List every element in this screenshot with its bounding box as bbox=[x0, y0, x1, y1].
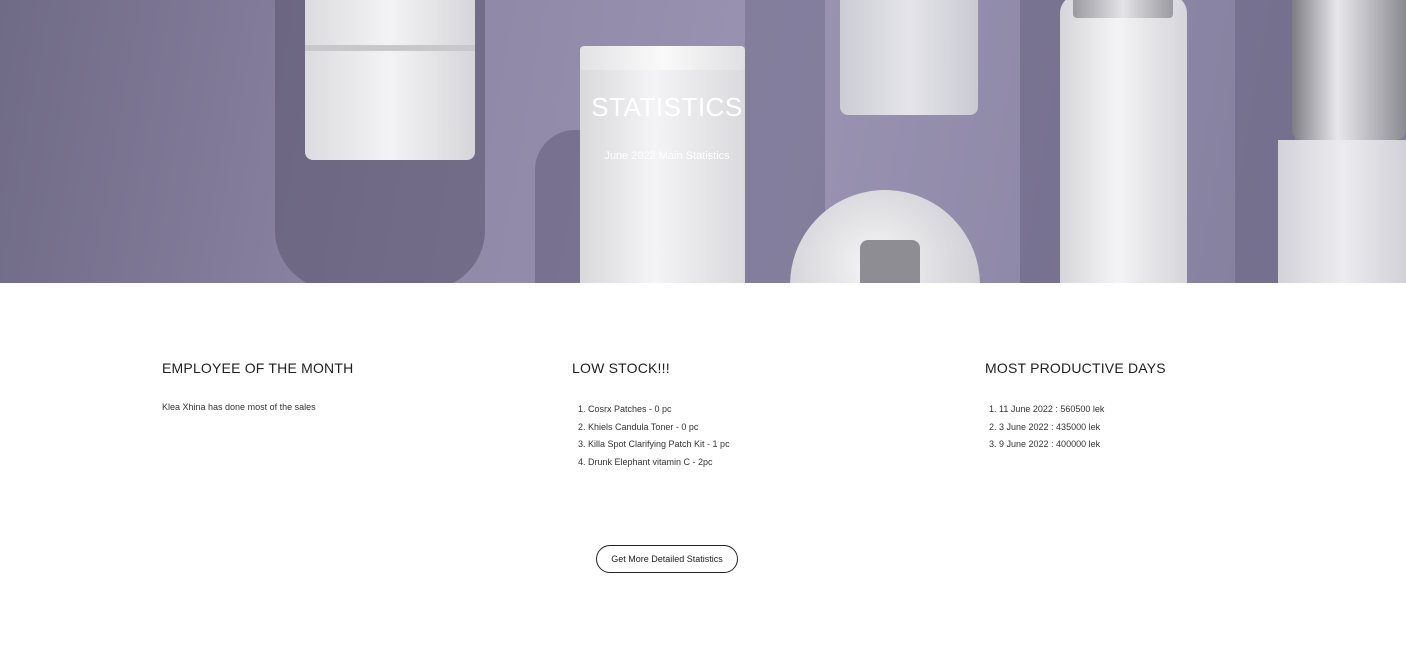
low-stock-heading: LOW STOCK!!! bbox=[572, 360, 670, 376]
list-item: 3. Killa Spot Clarifying Patch Kit - 1 p… bbox=[578, 439, 730, 450]
list-item: 3. 9 June 2022 : 400000 lek bbox=[989, 439, 1101, 450]
hero-image-tube-cap bbox=[580, 46, 745, 70]
productive-days-section: MOST PRODUCTIVE DAYS 1. 11 June 2022 : 5… bbox=[985, 360, 1166, 449]
hero-image-bottle-tall-cap bbox=[1073, 0, 1173, 18]
list-item: 2. Khiels Candula Toner - 0 pc bbox=[578, 421, 699, 432]
hero-image-dropper-neck bbox=[860, 240, 920, 283]
hero-image-tube bbox=[580, 50, 745, 283]
low-stock-section: LOW STOCK!!! 1. Cosrx Patches - 0 pc 2. … bbox=[572, 360, 730, 467]
list-item: 4. Drunk Elephant vitamin C - 2pc bbox=[578, 456, 713, 467]
page-title: STATISTICS bbox=[591, 92, 743, 122]
list-item: 1. Cosrx Patches - 0 pc bbox=[578, 404, 672, 414]
hero-image-jar bbox=[305, 0, 475, 160]
productive-days-heading: MOST PRODUCTIVE DAYS bbox=[985, 360, 1166, 376]
hero-image-jar-rim bbox=[305, 45, 475, 51]
productive-days-list: 1. 11 June 2022 : 560500 lek 2. 3 June 2… bbox=[989, 401, 1104, 454]
employee-text: Klea Xhina has done most of the sales bbox=[162, 402, 316, 412]
hero-banner: STATISTICS June 2022 Main Statistics bbox=[0, 0, 1406, 283]
hero-image-bottle-tall bbox=[1060, 0, 1187, 283]
employee-heading: EMPLOYEE OF THE MONTH bbox=[162, 360, 354, 376]
list-item: 2. 3 June 2022 : 435000 lek bbox=[989, 421, 1101, 432]
low-stock-list: 1. Cosrx Patches - 0 pc 2. Khiels Candul… bbox=[578, 401, 730, 471]
list-item: 1. 11 June 2022 : 560500 lek bbox=[989, 404, 1105, 414]
detailed-statistics-button[interactable]: Get More Detailed Statistics bbox=[596, 545, 738, 573]
page-subtitle: June 2022 Main Statistics bbox=[604, 150, 730, 162]
employee-section: EMPLOYEE OF THE MONTH Klea Xhina has don… bbox=[162, 360, 354, 412]
